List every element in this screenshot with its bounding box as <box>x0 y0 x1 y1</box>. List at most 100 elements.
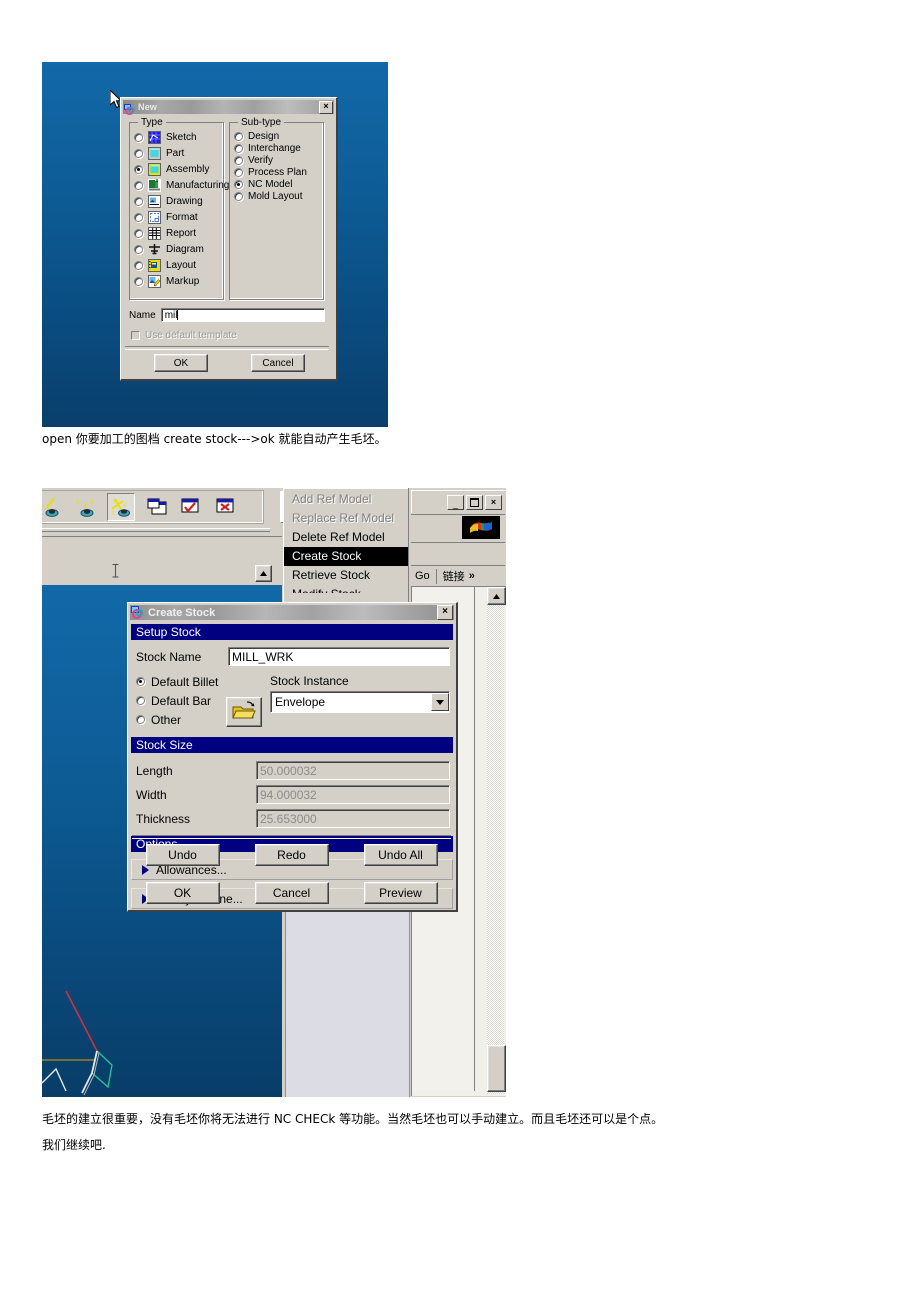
use-default-template-row[interactable]: Use default template <box>131 330 237 341</box>
browser-logo-area <box>411 514 505 541</box>
radio-other[interactable] <box>136 715 145 724</box>
undo-all-button[interactable]: Undo All <box>363 844 438 866</box>
new-dialog-close-button[interactable]: × <box>319 100 333 114</box>
subtype-label-interchange: Interchange <box>248 142 301 154</box>
csys-xx-icon[interactable]: x x x <box>74 494 100 520</box>
subtype-radio-verify[interactable] <box>234 155 243 165</box>
chevron-down-icon[interactable] <box>431 693 449 711</box>
create-stock-dialog: Create Stock × Setup Stock Stock Name MI… <box>127 602 458 912</box>
preview-button[interactable]: Preview <box>363 882 438 904</box>
subtype-option-process-plan[interactable]: Process Plan <box>230 166 323 178</box>
scroll-up-button[interactable] <box>255 565 272 582</box>
csys-xyz-icon[interactable]: y x z <box>107 493 135 521</box>
type-radio-part[interactable] <box>134 148 143 158</box>
type-radio-format[interactable] <box>134 212 143 222</box>
type-radio-markup[interactable] <box>134 276 143 286</box>
subtype-option-nc-model[interactable]: NC Model <box>230 178 323 190</box>
subtype-radio-interchange[interactable] <box>234 143 243 153</box>
browser-go-label[interactable]: Go <box>415 570 430 582</box>
close-window-icon[interactable] <box>213 494 239 520</box>
menu-item-modify-stock[interactable]: Modify Stock <box>284 585 408 593</box>
create-stock-buttons-row2: OK Cancel Preview <box>128 882 455 904</box>
browser-vertical-scrollbar[interactable] <box>487 587 506 1094</box>
type-radio-drawing[interactable] <box>134 196 143 206</box>
stock-name-input[interactable]: MILL_WRK <box>228 647 450 666</box>
subtype-option-verify[interactable]: Verify <box>230 154 323 166</box>
type-radio-diagram[interactable] <box>134 244 143 254</box>
type-label-layout: Layout <box>166 259 197 271</box>
browser-minimize-button[interactable]: _ <box>447 495 464 510</box>
type-radio-layout[interactable] <box>134 260 143 270</box>
cancel-button[interactable]: Cancel <box>254 882 329 904</box>
drawing-icon <box>148 194 161 208</box>
type-option-report[interactable]: Report <box>130 225 223 241</box>
open-folder-button[interactable] <box>226 697 262 727</box>
radio-default-bar[interactable] <box>136 696 145 705</box>
redo-button[interactable]: Redo <box>254 844 329 866</box>
browser-links-row: Go 链接 » <box>411 565 505 586</box>
width-input[interactable]: 94.000032 <box>256 785 450 804</box>
browser-scroll-thumb[interactable] <box>487 1045 506 1092</box>
new-dialog-title: New <box>138 102 158 112</box>
browser-close-button[interactable]: × <box>485 495 502 510</box>
manufacturing-menu: Add Ref Model Replace Ref Model Delete R… <box>283 488 409 605</box>
subtype-option-design[interactable]: Design <box>230 130 323 142</box>
create-stock-titlebar[interactable]: Create Stock × <box>130 605 454 620</box>
type-option-layout[interactable]: Layout <box>130 257 223 273</box>
browser-links-label[interactable]: 链接 <box>443 568 465 584</box>
type-label-report: Report <box>166 227 197 239</box>
type-option-drawing[interactable]: Drawing <box>130 193 223 209</box>
menu-item-retrieve-stock[interactable]: Retrieve Stock <box>284 566 408 585</box>
type-option-format[interactable]: Format <box>130 209 223 225</box>
new-dialog: New × Type Sketch Part Assembly Manufact… <box>120 97 338 381</box>
create-stock-separator <box>132 835 451 839</box>
browser-maximize-button[interactable] <box>466 495 483 510</box>
menu-item-create-stock[interactable]: Create Stock <box>284 547 408 566</box>
browser-links-overflow[interactable]: » <box>469 570 475 582</box>
subtype-option-interchange[interactable]: Interchange <box>230 142 323 154</box>
use-default-template-checkbox[interactable] <box>131 331 140 340</box>
type-label-sketch: Sketch <box>166 131 197 143</box>
stock-instance-value: Envelope <box>275 695 326 709</box>
browser-window-buttons: _ × <box>447 495 502 510</box>
csys-single-icon[interactable] <box>42 494 67 520</box>
thickness-input[interactable]: 25.653000 <box>256 809 450 828</box>
length-input[interactable]: 50.000032 <box>256 761 450 780</box>
type-option-diagram[interactable]: Diagram <box>130 241 223 257</box>
new-window-icon[interactable] <box>145 494 171 520</box>
part-icon <box>148 146 161 160</box>
name-input-value: mil <box>164 309 178 321</box>
subtype-radio-mold-layout[interactable] <box>234 191 243 201</box>
type-option-sketch[interactable]: Sketch <box>130 129 223 145</box>
caption-open-stock: open 你要加工的图档 create stock--->ok 就能自动产生毛坯… <box>42 432 387 446</box>
type-option-manufacturing[interactable]: Manufacturing <box>130 177 229 193</box>
new-dialog-cancel-button[interactable]: Cancel <box>251 354 305 372</box>
type-option-assembly[interactable]: Assembly <box>130 161 223 177</box>
subtype-radio-design[interactable] <box>234 131 243 141</box>
type-radio-manufacturing[interactable] <box>134 180 143 190</box>
name-input[interactable]: mil <box>160 308 325 322</box>
type-option-markup[interactable]: Markup <box>130 273 223 289</box>
activate-window-icon[interactable] <box>179 494 205 520</box>
new-dialog-titlebar[interactable]: New × <box>123 100 334 115</box>
ok-button[interactable]: OK <box>145 882 220 904</box>
type-radio-sketch[interactable] <box>134 132 143 142</box>
menu-item-replace-ref-model[interactable]: Replace Ref Model <box>284 509 408 528</box>
stock-instance-label: Stock Instance <box>270 674 349 688</box>
window-bottom-panel <box>285 887 410 1097</box>
subtype-option-mold-layout[interactable]: Mold Layout <box>230 190 323 202</box>
menu-item-add-ref-model[interactable]: Add Ref Model <box>284 490 408 509</box>
subtype-radio-process-plan[interactable] <box>234 167 243 177</box>
type-radio-report[interactable] <box>134 228 143 238</box>
radio-default-billet[interactable] <box>136 677 145 686</box>
undo-button[interactable]: Undo <box>145 844 220 866</box>
subtype-radio-nc-model[interactable] <box>234 179 243 189</box>
type-radio-assembly[interactable] <box>134 164 143 174</box>
create-stock-close-button[interactable]: × <box>437 605 453 620</box>
type-option-part[interactable]: Part <box>130 145 223 161</box>
browser-scroll-up-button[interactable] <box>487 587 506 605</box>
stock-name-label: Stock Name <box>136 649 202 664</box>
new-dialog-ok-button[interactable]: OK <box>154 354 208 372</box>
stock-instance-combo[interactable]: Envelope <box>270 691 450 713</box>
menu-item-delete-ref-model[interactable]: Delete Ref Model <box>284 528 408 547</box>
